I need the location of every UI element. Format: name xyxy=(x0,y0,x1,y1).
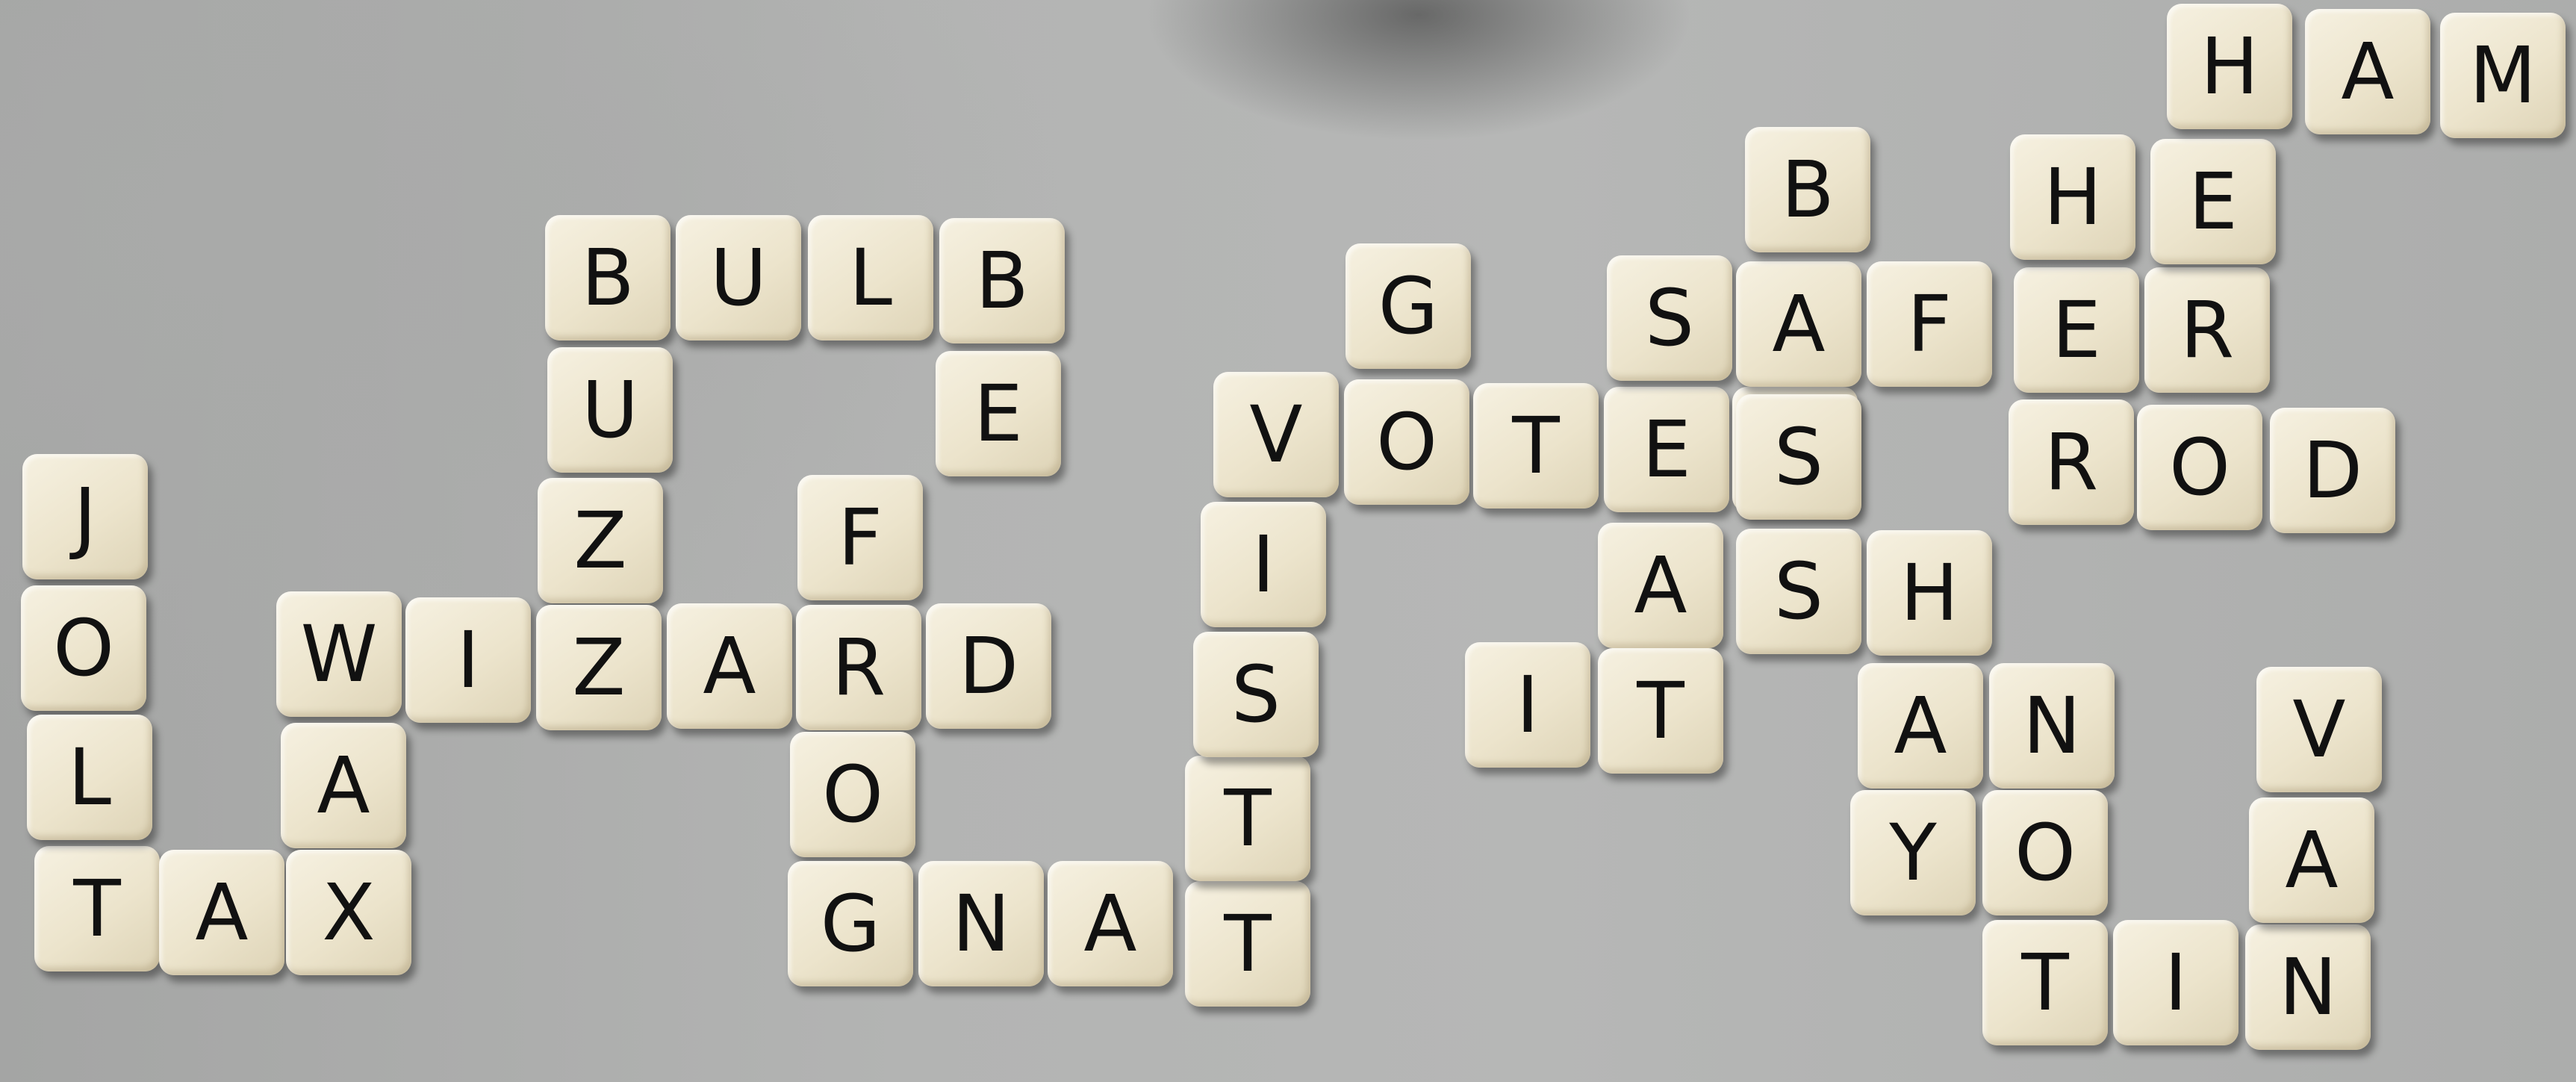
letter-tile: T xyxy=(1598,648,1723,774)
letter-tile: E xyxy=(936,351,1061,476)
letter-tile: S xyxy=(1193,632,1319,757)
letter-tile: W xyxy=(276,591,402,717)
letter-tile: R xyxy=(2144,267,2270,393)
letter-tile: S xyxy=(1607,255,1732,381)
letter-tile: B xyxy=(545,215,671,341)
letter-tile: B xyxy=(1745,127,1870,252)
letter-tile: A xyxy=(281,723,406,848)
letter-tile: I xyxy=(1201,502,1326,627)
letter-tile: I xyxy=(1465,642,1590,768)
letter-tile: B xyxy=(939,218,1065,343)
letter-tile: N xyxy=(2245,924,2371,1050)
letter-tile: U xyxy=(547,347,673,473)
letter-tile: N xyxy=(1989,663,2115,789)
letter-tile: R xyxy=(796,605,921,730)
letter-tile: T xyxy=(34,846,160,971)
letter-tile: T xyxy=(1982,920,2108,1045)
letter-tile: X xyxy=(286,850,411,975)
letter-tile: E xyxy=(2150,139,2276,264)
letter-tile: M xyxy=(2440,13,2566,138)
letter-tile: J xyxy=(22,454,148,579)
letter-tile: O xyxy=(2137,405,2262,530)
letter-tile: N xyxy=(918,861,1044,986)
letter-tile: G xyxy=(788,861,913,986)
letter-tile: S xyxy=(1736,394,1861,520)
letter-tile: T xyxy=(1473,383,1599,509)
letter-tile: S xyxy=(1736,529,1861,654)
letter-tile: T xyxy=(1185,881,1310,1007)
letter-tile: A xyxy=(159,850,284,975)
letter-tile: O xyxy=(21,585,146,711)
letter-tile: A xyxy=(2305,9,2430,134)
letter-tile: A xyxy=(1598,523,1723,648)
letter-tile: V xyxy=(1213,372,1339,497)
letter-tile: L xyxy=(27,715,152,840)
letter-tile: L xyxy=(808,215,933,341)
letter-tile: A xyxy=(2249,797,2374,923)
letter-tile: O xyxy=(1344,379,1469,505)
letter-tile: A xyxy=(1736,261,1861,387)
letter-tile: O xyxy=(790,732,915,857)
letter-tile: A xyxy=(1858,663,1983,789)
letter-tile: F xyxy=(1867,261,1992,387)
letter-tile: D xyxy=(2270,408,2395,533)
letter-tile: E xyxy=(2014,267,2139,393)
letter-tile: H xyxy=(2167,4,2292,129)
letter-tile: F xyxy=(797,475,923,600)
letter-tile: U xyxy=(676,215,801,341)
letter-tile: E xyxy=(1604,387,1729,512)
letter-tile: I xyxy=(2113,920,2239,1045)
letter-tile: Y xyxy=(1850,790,1976,915)
letter-tile: G xyxy=(1345,243,1471,369)
letter-tile: V xyxy=(2256,667,2382,792)
letter-tile: A xyxy=(1048,861,1173,986)
letter-tile: D xyxy=(926,603,1051,729)
tabletop: B U L B U E Z F W I Z A R D A O T A X J … xyxy=(0,0,2576,1082)
letter-tile: A xyxy=(667,603,792,729)
letter-tile: Z xyxy=(538,478,663,603)
letter-tile: H xyxy=(2010,134,2135,260)
letter-tile: H xyxy=(1867,530,1992,656)
letter-tile: I xyxy=(405,597,531,723)
letter-tile: O xyxy=(1982,790,2108,915)
letter-tile: Z xyxy=(536,605,662,730)
letter-tile: R xyxy=(2009,399,2134,525)
letter-tile: T xyxy=(1185,756,1310,881)
